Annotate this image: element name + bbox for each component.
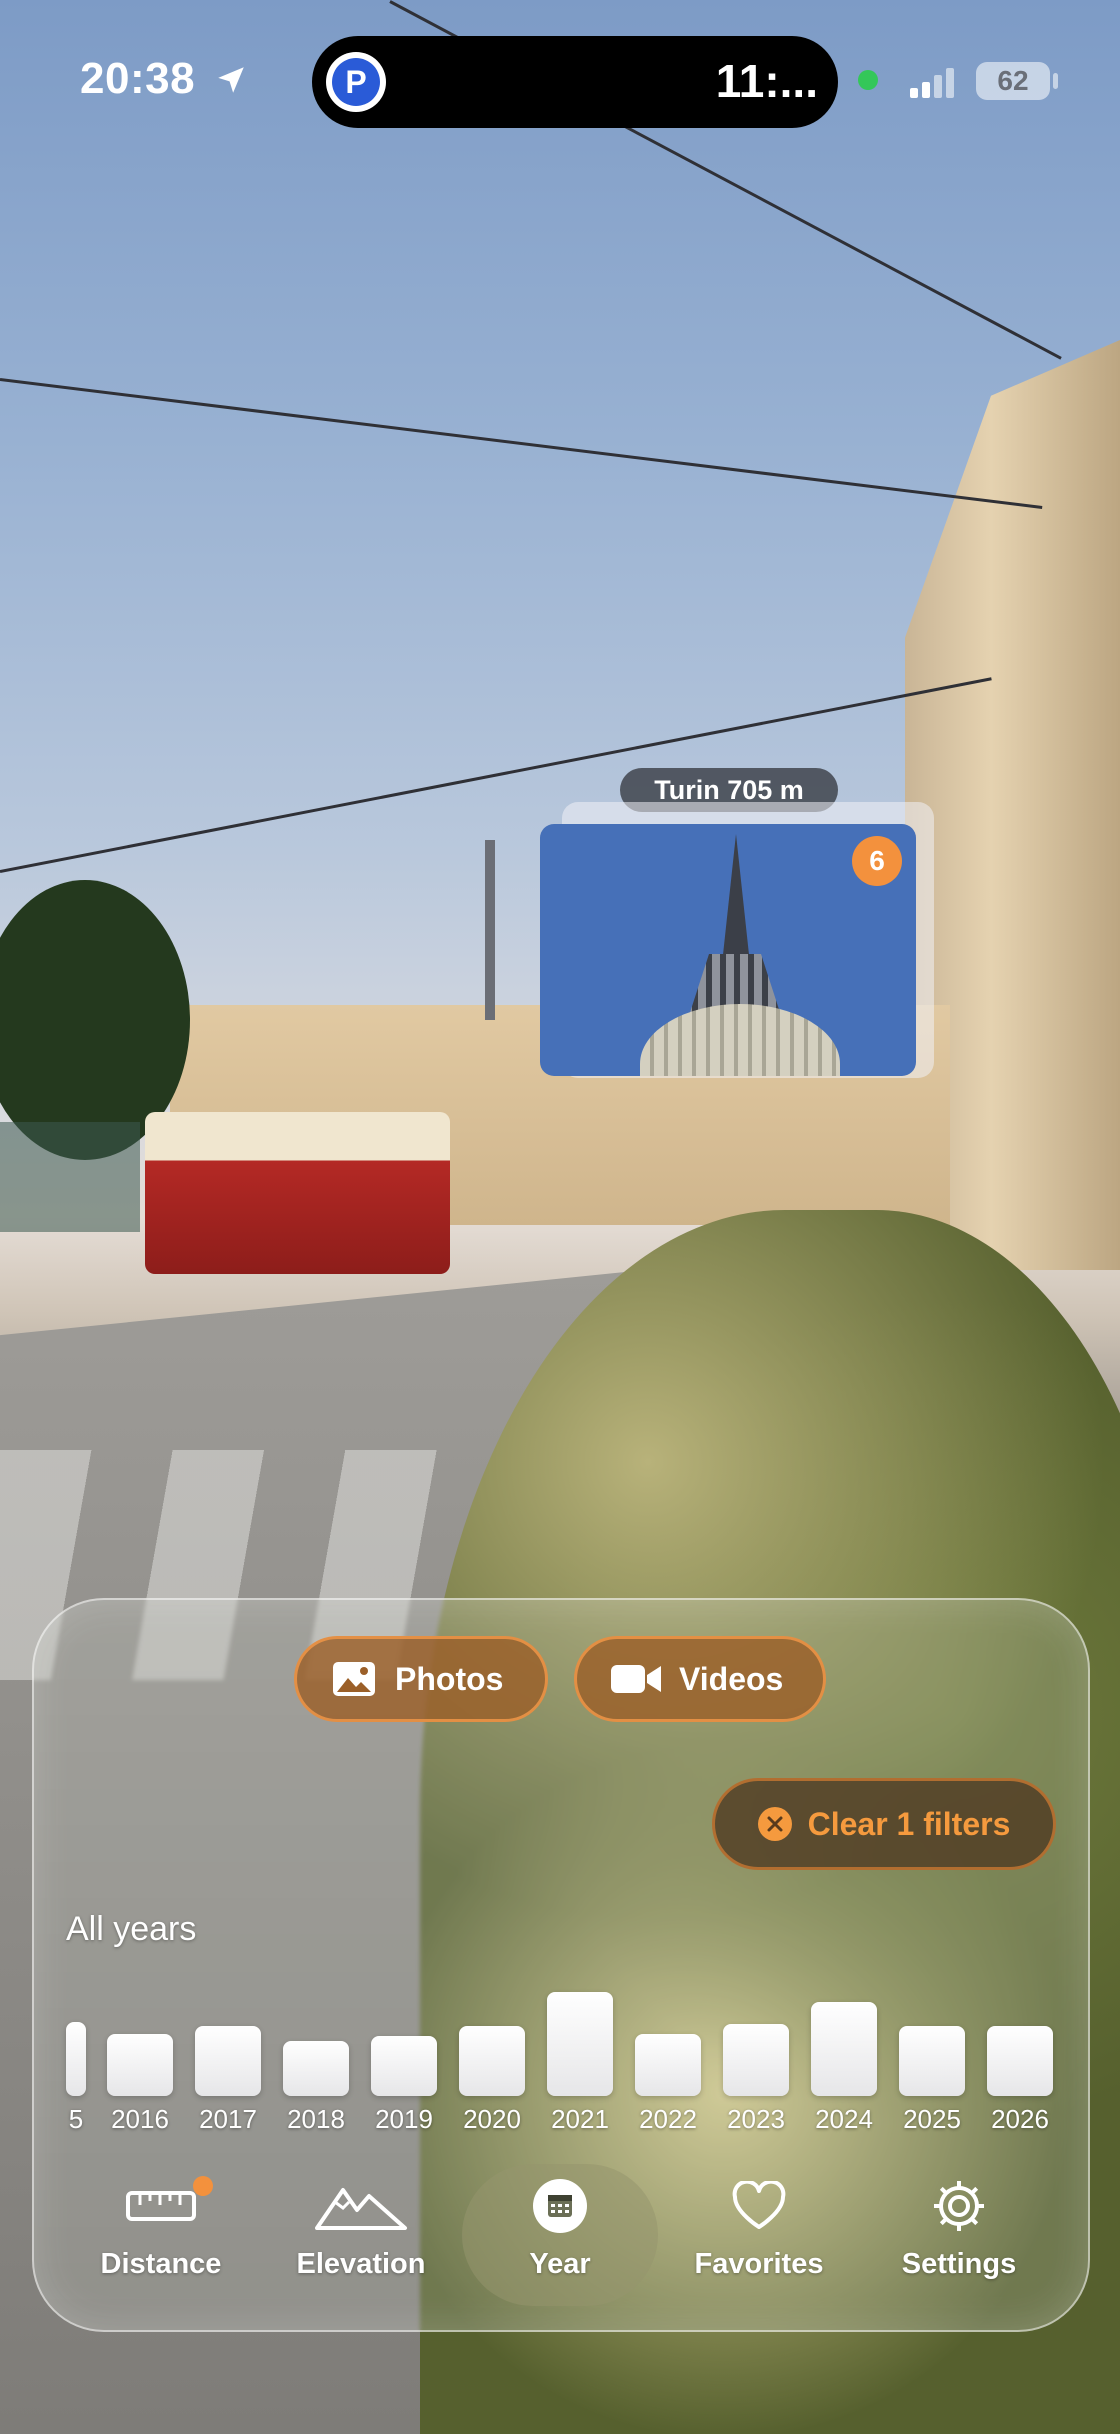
tab-favorites-label: Favorites xyxy=(694,2248,824,2280)
year-bar-2019[interactable] xyxy=(371,2036,437,2096)
tab-year-label: Year xyxy=(529,2248,591,2280)
year-selector-title: All years xyxy=(66,1910,197,1948)
photo-icon xyxy=(333,1662,375,1696)
calendar-icon xyxy=(533,2179,587,2233)
tab-elevation-label: Elevation xyxy=(296,2248,426,2280)
year-label-2019: 2019 xyxy=(375,2104,433,2134)
year-label-2024: 2024 xyxy=(815,2104,873,2134)
video-camera-icon xyxy=(611,1665,661,1693)
mountains-icon xyxy=(315,2188,407,2230)
cellular-signal-icon xyxy=(910,68,954,98)
mole-antonelliana-dome xyxy=(640,1004,840,1076)
island-timer: 11:... xyxy=(715,55,818,107)
mole-spire-distant xyxy=(485,840,495,1020)
year-label-2023: 2023 xyxy=(727,2104,785,2134)
year-label-5: 5 xyxy=(68,2104,84,2134)
status-time: 20:38 xyxy=(80,54,248,104)
year-label-2017: 2017 xyxy=(199,2104,257,2134)
heart-icon xyxy=(732,2181,786,2229)
photos-filter-label: Photos xyxy=(395,1660,504,1697)
ruler-icon xyxy=(126,2191,196,2221)
clear-filters-label: Clear 1 filters xyxy=(807,1805,1011,1842)
year-bar-2020[interactable] xyxy=(459,2026,525,2096)
year-label-2022: 2022 xyxy=(639,2104,697,2134)
year-bar-2025[interactable] xyxy=(899,2026,965,2096)
tab-year[interactable]: Year xyxy=(475,2170,645,2281)
photos-filter-chip[interactable]: Photos xyxy=(294,1636,548,1722)
photo-count-badge: 6 xyxy=(852,836,902,886)
battery-tip xyxy=(1053,73,1058,89)
year-bar-2022[interactable] xyxy=(635,2034,701,2096)
tram-shelter xyxy=(0,1122,140,1232)
tab-favorites[interactable]: Favorites xyxy=(674,2170,844,2281)
camera-in-use-indicator xyxy=(858,70,878,90)
tram xyxy=(145,1112,450,1274)
photo-pin-thumbnail[interactable]: 6 xyxy=(540,824,916,1076)
location-arrow-icon xyxy=(218,67,244,93)
clear-filters-button[interactable]: Clear 1 filters xyxy=(712,1778,1056,1870)
mole-antonelliana-spire xyxy=(722,834,750,964)
year-bar-2026[interactable] xyxy=(987,2026,1053,2096)
year-bar-2023[interactable] xyxy=(723,2024,789,2096)
videos-filter-label: Videos xyxy=(679,1660,784,1697)
year-bar-2016[interactable] xyxy=(107,2034,173,2096)
year-label-2020: 2020 xyxy=(463,2104,521,2134)
gear-icon xyxy=(934,2181,984,2231)
tab-settings-label: Settings xyxy=(901,2248,1017,2280)
tab-distance[interactable]: Distance xyxy=(76,2170,246,2281)
year-bar-5[interactable] xyxy=(66,2022,86,2096)
status-time-text: 20:38 xyxy=(80,54,196,103)
clear-x-icon xyxy=(757,1807,792,1841)
dynamic-island[interactable]: P 11:... xyxy=(312,36,838,128)
tab-settings[interactable]: Settings xyxy=(874,2170,1044,2281)
year-label-2016: 2016 xyxy=(111,2104,169,2134)
tab-elevation[interactable]: Elevation xyxy=(276,2170,446,2281)
videos-filter-chip[interactable]: Videos xyxy=(574,1636,826,1722)
year-label-2026: 2026 xyxy=(991,2104,1049,2134)
year-bar-2021[interactable] xyxy=(547,1992,613,2096)
parking-app-icon: P xyxy=(326,52,386,112)
battery-indicator: 62 xyxy=(976,62,1050,100)
year-bar-2018[interactable] xyxy=(283,2041,349,2096)
year-bar-2017[interactable] xyxy=(195,2026,261,2096)
year-label-2021: 2021 xyxy=(551,2104,609,2134)
tab-distance-label: Distance xyxy=(100,2248,222,2280)
year-label-2025: 2025 xyxy=(903,2104,961,2134)
year-label-2018: 2018 xyxy=(287,2104,345,2134)
overhead-wire xyxy=(0,378,1043,509)
year-bar-2024[interactable] xyxy=(811,2002,877,2096)
